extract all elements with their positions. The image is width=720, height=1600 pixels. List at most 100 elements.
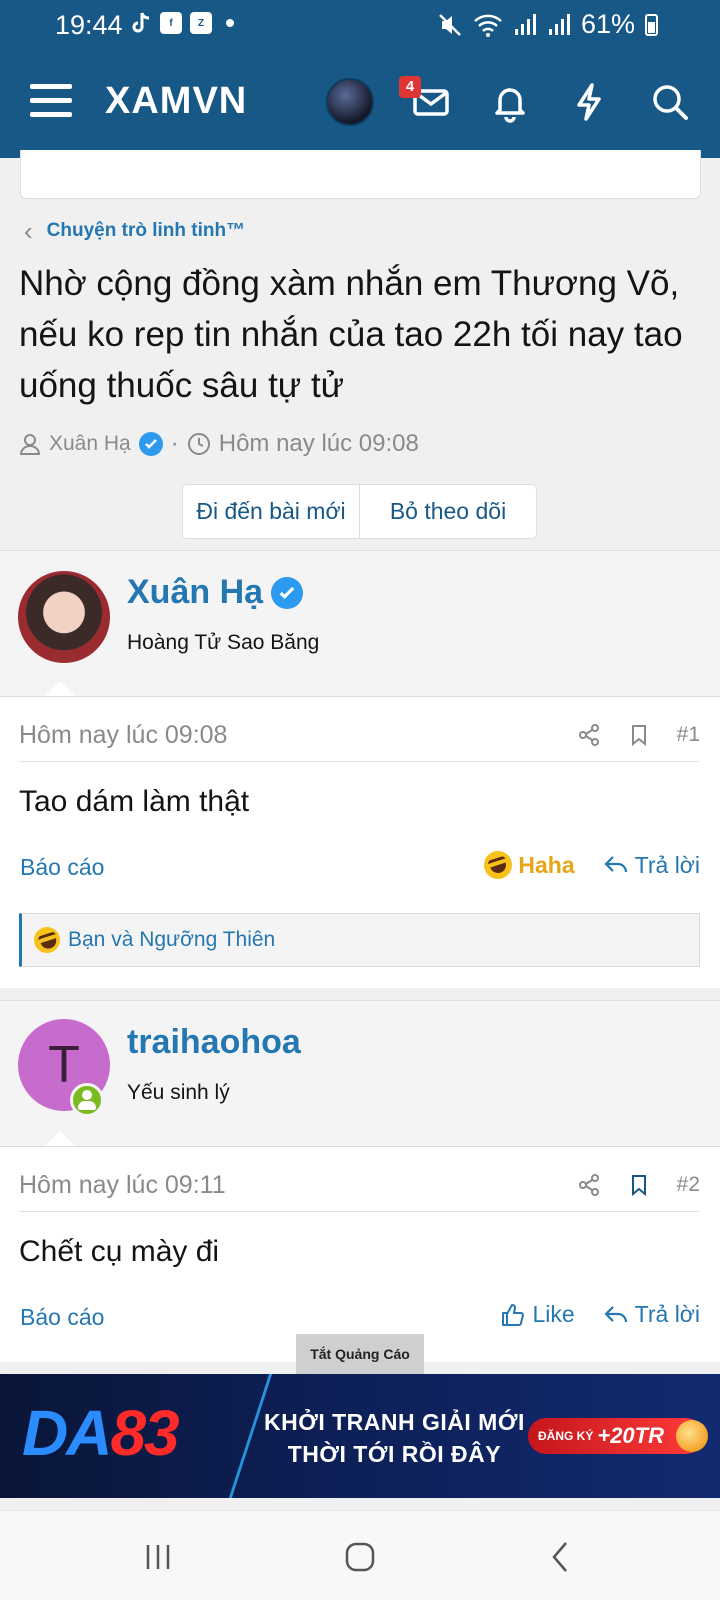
- reply-button[interactable]: Trả lời: [603, 1301, 700, 1328]
- post-1-number[interactable]: #1: [677, 723, 700, 747]
- status-time: 19:44: [55, 10, 123, 40]
- ad-logo-da: DA: [22, 1397, 112, 1469]
- post-2-username[interactable]: traihaohoa: [127, 1023, 301, 1062]
- post-arrow: [44, 1131, 76, 1147]
- app-header: XAMVN 4: [0, 50, 720, 158]
- post-1-top-actions: #1: [577, 723, 700, 747]
- post-1-reactions: Haha Trả lời: [480, 847, 700, 883]
- online-status-icon: [70, 1083, 104, 1117]
- verified-icon: [271, 576, 304, 609]
- share-icon[interactable]: [577, 723, 601, 747]
- post-divider: [19, 1211, 700, 1212]
- bookmark-icon[interactable]: [627, 1173, 651, 1197]
- chevron-left-icon: ‹: [24, 216, 33, 246]
- ad-banner[interactable]: DA83 KHỞI TRANH GIẢI MỚI THỜI TỚI RỒI ĐÂ…: [0, 1374, 720, 1498]
- post-2-user-title: Yếu sinh lý: [127, 1081, 230, 1104]
- facebook-icon: f: [160, 12, 182, 34]
- reply-button[interactable]: Trả lời: [603, 852, 700, 879]
- more-notifications-dot: [226, 19, 234, 27]
- thread-button-group: Đi đến bài mới Bỏ theo dõi: [182, 484, 537, 539]
- reply-label: Trả lời: [634, 1301, 700, 1327]
- user-icon: [19, 434, 41, 455]
- like-label: Like: [532, 1301, 575, 1327]
- reply-icon: [604, 1305, 627, 1322]
- verified-icon: [138, 432, 163, 456]
- post-1-date[interactable]: Hôm nay lúc 09:08: [19, 721, 227, 750]
- mute-icon: [439, 13, 461, 36]
- ad-logo-number: 83: [110, 1397, 179, 1469]
- haha-emoji-icon: [30, 923, 64, 957]
- reactions-summary[interactable]: Bạn và Ngưỡng Thiên: [19, 913, 700, 967]
- breadcrumb-forum[interactable]: Chuyện trò linh tinh™: [47, 220, 245, 242]
- status-system: 61%: [437, 9, 658, 40]
- thread-meta: Xuân Hạ · Hôm nay lúc 09:08: [19, 430, 419, 458]
- post-2-user-block: T traihaohoa Yếu sinh lý: [0, 1000, 720, 1147]
- avatar[interactable]: [18, 571, 110, 663]
- bolt-icon[interactable]: [567, 80, 611, 124]
- like-button[interactable]: Like: [500, 1301, 575, 1328]
- home-icon[interactable]: [338, 1535, 382, 1579]
- system-nav-bar: [0, 1510, 720, 1600]
- ad-line-2: THỜI TỚI RỒI ĐÂY: [287, 1441, 502, 1467]
- post-2-top-actions: #2: [577, 1173, 700, 1197]
- post-2-reactions: Like Trả lời: [500, 1301, 700, 1328]
- signal-icon-2: [548, 13, 570, 35]
- search-icon[interactable]: [648, 80, 692, 124]
- avatar[interactable]: [326, 78, 374, 126]
- clock-icon: [187, 433, 210, 455]
- battery-icon: [645, 13, 658, 36]
- reply-label: Trả lời: [634, 851, 700, 878]
- post-2-number[interactable]: #2: [677, 1173, 700, 1197]
- top-card: [20, 150, 701, 199]
- wifi-icon: [474, 14, 502, 37]
- football-icon: [676, 1420, 708, 1452]
- report-button[interactable]: Báo cáo: [20, 1304, 104, 1331]
- like-icon: [502, 1303, 525, 1326]
- post-1-user-block: Xuân Hạ Hoàng Tử Sao Băng: [0, 550, 720, 697]
- post-2-content: Chết cụ mày đi: [19, 1235, 220, 1268]
- zalo-icon: Z: [190, 12, 212, 34]
- tiktok-icon: [132, 12, 150, 33]
- post-1-username[interactable]: Xuân Hạ: [127, 573, 304, 612]
- haha-reaction-button[interactable]: Haha: [480, 847, 575, 883]
- post-1-content: Tao dám làm thật: [19, 785, 250, 818]
- thread-date[interactable]: Hôm nay lúc 09:08: [219, 430, 419, 458]
- reply-icon: [604, 856, 627, 873]
- post-1-body: Hôm nay lúc 09:08 #1 Tao dám làm thật Bá…: [0, 696, 720, 988]
- post-2-date[interactable]: Hôm nay lúc 09:11: [19, 1171, 226, 1200]
- ad-text: KHỞI TRANH GIẢI MỚI THỜI TỚI RỒI ĐÂY: [264, 1406, 525, 1470]
- meta-separator: ·: [170, 430, 179, 457]
- haha-emoji-icon: [480, 847, 517, 883]
- username-label[interactable]: traihaohoa: [127, 1023, 301, 1062]
- post-1-user-title: Hoàng Tử Sao Băng: [127, 631, 320, 654]
- status-bar: 19:44 f Z 61%: [0, 0, 720, 50]
- reactions-summary-text[interactable]: Bạn và Ngưỡng Thiên: [68, 928, 275, 952]
- inbox-badge: 4: [399, 76, 421, 98]
- go-to-new-post-button[interactable]: Đi đến bài mới: [183, 485, 359, 538]
- post-arrow: [44, 681, 76, 697]
- battery-percent: 61%: [580, 9, 635, 39]
- site-logo[interactable]: XAMVN: [105, 80, 247, 123]
- bookmark-icon[interactable]: [627, 723, 651, 747]
- post-divider: [19, 761, 700, 762]
- breadcrumb[interactable]: ‹ Chuyện trò linh tinh™: [24, 216, 245, 246]
- ad-cta-amount: +20TR: [597, 1423, 664, 1448]
- haha-label: Haha: [518, 851, 575, 878]
- ad-cta-label: ĐĂNG KÝ: [538, 1429, 594, 1443]
- post-2-body: Hôm nay lúc 09:11 #2 Chết cụ mày đi Báo …: [0, 1146, 720, 1362]
- username-label[interactable]: Xuân Hạ: [127, 573, 263, 612]
- ad-logo: DA83: [22, 1396, 180, 1470]
- share-icon[interactable]: [577, 1173, 601, 1197]
- signal-icon: [514, 13, 536, 35]
- thread-title: Nhờ cộng đồng xàm nhắn em Thương Võ, nếu…: [19, 264, 683, 405]
- unwatch-button[interactable]: Bỏ theo dõi: [359, 485, 536, 538]
- bell-icon[interactable]: [488, 80, 532, 124]
- close-ad-button[interactable]: Tắt Quảng Cáo: [296, 1334, 424, 1374]
- back-icon[interactable]: [540, 1535, 584, 1579]
- thread-author[interactable]: Xuân Hạ: [49, 432, 131, 456]
- menu-icon[interactable]: [30, 84, 72, 120]
- ad-line-1: KHỞI TRANH GIẢI MỚI: [264, 1409, 525, 1435]
- report-button[interactable]: Báo cáo: [20, 854, 104, 881]
- status-notifications: f Z: [130, 11, 234, 35]
- recents-icon[interactable]: [136, 1535, 180, 1579]
